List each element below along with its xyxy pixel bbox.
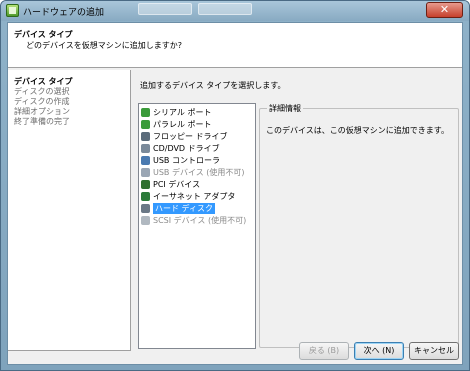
device-item-ethernet-adapter[interactable]: イーサネット アダプタ bbox=[140, 191, 254, 202]
device-item-scsi-device: SCSI デバイス (使用不可) bbox=[140, 215, 254, 226]
title-bar[interactable]: ハードウェアの追加 ✕ bbox=[1, 1, 469, 21]
cancel-button[interactable]: キャンセル bbox=[409, 342, 459, 360]
device-item-pci-device[interactable]: PCI デバイス bbox=[140, 179, 254, 190]
ethernet-adapter-icon bbox=[141, 192, 150, 201]
details-groupbox: 詳細情報 このデバイスは、この仮想マシンに追加できます。 bbox=[259, 103, 459, 348]
wizard-header: デバイス タイプ どのデバイスを仮想マシンに追加しますか? bbox=[8, 23, 462, 68]
device-item-floppy-drive[interactable]: フロッピー ドライブ bbox=[140, 131, 254, 142]
back-button[interactable]: 戻る (B) bbox=[299, 342, 349, 360]
details-legend: 詳細情報 bbox=[267, 103, 303, 114]
details-text: このデバイスは、この仮想マシンに追加できます。 bbox=[266, 126, 449, 135]
background-tab bbox=[138, 3, 192, 15]
window-title: ハードウェアの追加 bbox=[23, 8, 105, 18]
hard-disk-icon bbox=[141, 204, 150, 213]
page-title: デバイス タイプ bbox=[14, 30, 73, 39]
device-type-list[interactable]: シリアル ポート パラレル ポート フロッピー ドライブ CD/DVD ドライブ… bbox=[138, 103, 256, 349]
device-item-hard-disk[interactable]: ハード ディスク bbox=[140, 203, 254, 214]
pci-device-icon bbox=[141, 180, 150, 189]
device-item-usb-device: USB デバイス (使用不可) bbox=[140, 167, 254, 178]
device-item-usb-controller[interactable]: USB コントローラ bbox=[140, 155, 254, 166]
device-item-serial-port[interactable]: シリアル ポート bbox=[140, 107, 254, 118]
wizard-steps: デバイス タイプ ディスクの選択 ディスクの作成 詳細オプション 終了準備の完了 bbox=[8, 70, 131, 351]
add-hardware-window: ハードウェアの追加 ✕ デバイス タイプ どのデバイスを仮想マシンに追加しますか… bbox=[0, 0, 470, 371]
cd-dvd-drive-icon bbox=[141, 144, 150, 153]
page-subtitle: どのデバイスを仮想マシンに追加しますか? bbox=[26, 41, 183, 50]
device-type-prompt: 追加するデバイス タイプを選択します。 bbox=[140, 81, 286, 90]
device-item-parallel-port[interactable]: パラレル ポート bbox=[140, 119, 254, 130]
floppy-drive-icon bbox=[141, 132, 150, 141]
usb-device-icon bbox=[141, 168, 150, 177]
device-item-cd-dvd-drive[interactable]: CD/DVD ドライブ bbox=[140, 143, 254, 154]
background-tab bbox=[198, 3, 252, 15]
usb-controller-icon bbox=[141, 156, 150, 165]
close-button[interactable]: ✕ bbox=[426, 2, 463, 18]
step-ready-to-complete: 終了準備の完了 bbox=[14, 117, 70, 126]
parallel-port-icon bbox=[141, 120, 150, 129]
dialog-client: デバイス タイプ どのデバイスを仮想マシンに追加しますか? デバイス タイプ デ… bbox=[7, 22, 463, 365]
add-hardware-icon bbox=[6, 4, 19, 17]
next-button[interactable]: 次へ (N) bbox=[354, 342, 404, 360]
scsi-device-icon bbox=[141, 216, 150, 225]
serial-port-icon bbox=[141, 108, 150, 117]
wizard-footer: 戻る (B) 次へ (N) キャンセル bbox=[8, 342, 462, 365]
